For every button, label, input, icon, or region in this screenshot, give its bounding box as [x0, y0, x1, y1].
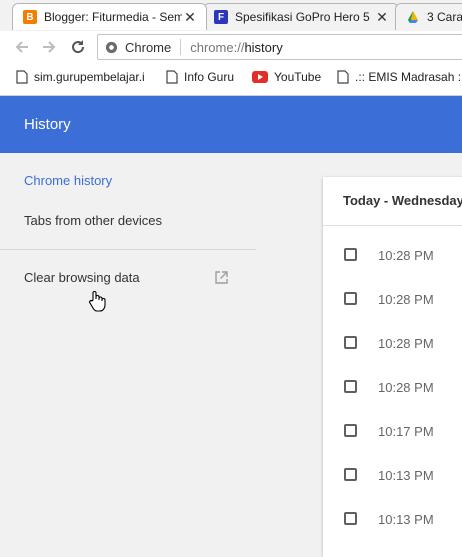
- tab-3-cara[interactable]: 3 Cara: [395, 3, 462, 30]
- sidebar-item-clear-browsing-data[interactable]: Clear browsing data: [24, 270, 140, 285]
- url-prefix: chrome://: [190, 39, 245, 55]
- sidebar-divider: [0, 249, 256, 250]
- entry-time: 10:28 PM: [378, 248, 434, 263]
- tab-title: Spesifikasi GoPro Hero 5: [235, 10, 370, 24]
- entry-time: 10:13 PM: [378, 512, 434, 527]
- entry-checkbox[interactable]: [344, 468, 357, 481]
- page-icon: [337, 70, 349, 84]
- f-icon: F: [214, 10, 228, 24]
- history-entry[interactable]: 10:28 PM: [323, 366, 462, 410]
- entry-checkbox[interactable]: [344, 380, 357, 393]
- entry-time: 10:28 PM: [378, 380, 434, 395]
- toolbar: Chrome chrome:// history: [0, 31, 462, 63]
- back-button[interactable]: [12, 37, 32, 57]
- bookmark-emis[interactable]: .:: EMIS Madrasah ::.: [337, 70, 462, 84]
- bookmark-youtube[interactable]: YouTube: [252, 70, 321, 84]
- tab-strip: B Blogger: Fiturmedia - Sem ✕ F Spesifik…: [0, 0, 462, 32]
- reload-icon: [72, 40, 85, 54]
- history-entry[interactable]: 10:17 PM: [323, 410, 462, 454]
- close-icon[interactable]: ✕: [182, 9, 198, 26]
- page-icon: [16, 70, 28, 84]
- reload-button[interactable]: [68, 37, 88, 57]
- tab-gopro[interactable]: F Spesifikasi GoPro Hero 5 ✕: [203, 3, 399, 30]
- bookmark-label: YouTube: [274, 70, 322, 84]
- forward-button[interactable]: [39, 37, 59, 57]
- close-icon[interactable]: ✕: [374, 9, 390, 26]
- hand-cursor-icon: [88, 290, 106, 317]
- history-entry[interactable]: 10:28 PM: [323, 322, 462, 366]
- entry-time: 10:17 PM: [378, 424, 434, 439]
- bookmarks-bar: sim.gurupembelajar.i Info Guru YouTube .…: [0, 63, 462, 96]
- entry-checkbox[interactable]: [344, 248, 357, 261]
- tab-title: Blogger: Fiturmedia - Sem: [44, 10, 182, 24]
- bookmark-label: sim.gurupembelajar.i: [34, 70, 145, 84]
- entry-checkbox[interactable]: [344, 424, 357, 437]
- entry-time: 10:13 PM: [378, 468, 434, 483]
- entry-time: 10:28 PM: [378, 292, 434, 307]
- google-drive-icon: [406, 10, 420, 24]
- bookmark-label: Info Guru: [184, 70, 235, 84]
- sidebar-item-other-devices[interactable]: Tabs from other devices: [24, 213, 162, 228]
- history-header: History: [0, 96, 462, 153]
- history-entry[interactable]: 10:13 PM: [323, 498, 462, 542]
- sidebar-item-chrome-history[interactable]: Chrome history: [24, 173, 112, 188]
- youtube-icon: [252, 71, 268, 83]
- omnibox-divider: [180, 39, 182, 55]
- chrome-icon: [105, 41, 118, 54]
- entry-checkbox[interactable]: [344, 292, 357, 305]
- blogger-icon: B: [23, 10, 37, 24]
- history-entry[interactable]: 10:28 PM: [323, 234, 462, 278]
- address-bar[interactable]: Chrome chrome:// history: [97, 34, 462, 60]
- entry-time: 10:28 PM: [378, 336, 434, 351]
- open-in-new-icon[interactable]: [214, 270, 229, 290]
- entry-checkbox[interactable]: [344, 336, 357, 349]
- history-card: Today - Wednesday 10:28 PM 10:28 PM 10:2…: [323, 177, 462, 557]
- url-path: history: [244, 39, 283, 55]
- date-heading: Today - Wednesday: [343, 193, 462, 208]
- card-divider: [323, 225, 462, 226]
- arrow-left-icon: [15, 41, 28, 53]
- page-icon: [166, 70, 178, 84]
- page-title: History: [24, 116, 71, 133]
- tab-blogger[interactable]: B Blogger: Fiturmedia - Sem ✕: [12, 3, 207, 30]
- history-entry[interactable]: 10:28 PM: [323, 278, 462, 322]
- entry-checkbox[interactable]: [344, 512, 357, 525]
- arrow-right-icon: [43, 41, 56, 53]
- site-label: Chrome: [125, 39, 172, 55]
- tab-title: 3 Cara: [427, 10, 462, 24]
- history-entry[interactable]: 10:13 PM: [323, 454, 462, 498]
- bookmark-label: .:: EMIS Madrasah ::.: [355, 70, 462, 84]
- bookmark-sim[interactable]: sim.gurupembelajar.i: [16, 70, 145, 84]
- bookmark-info-guru[interactable]: Info Guru: [166, 70, 234, 84]
